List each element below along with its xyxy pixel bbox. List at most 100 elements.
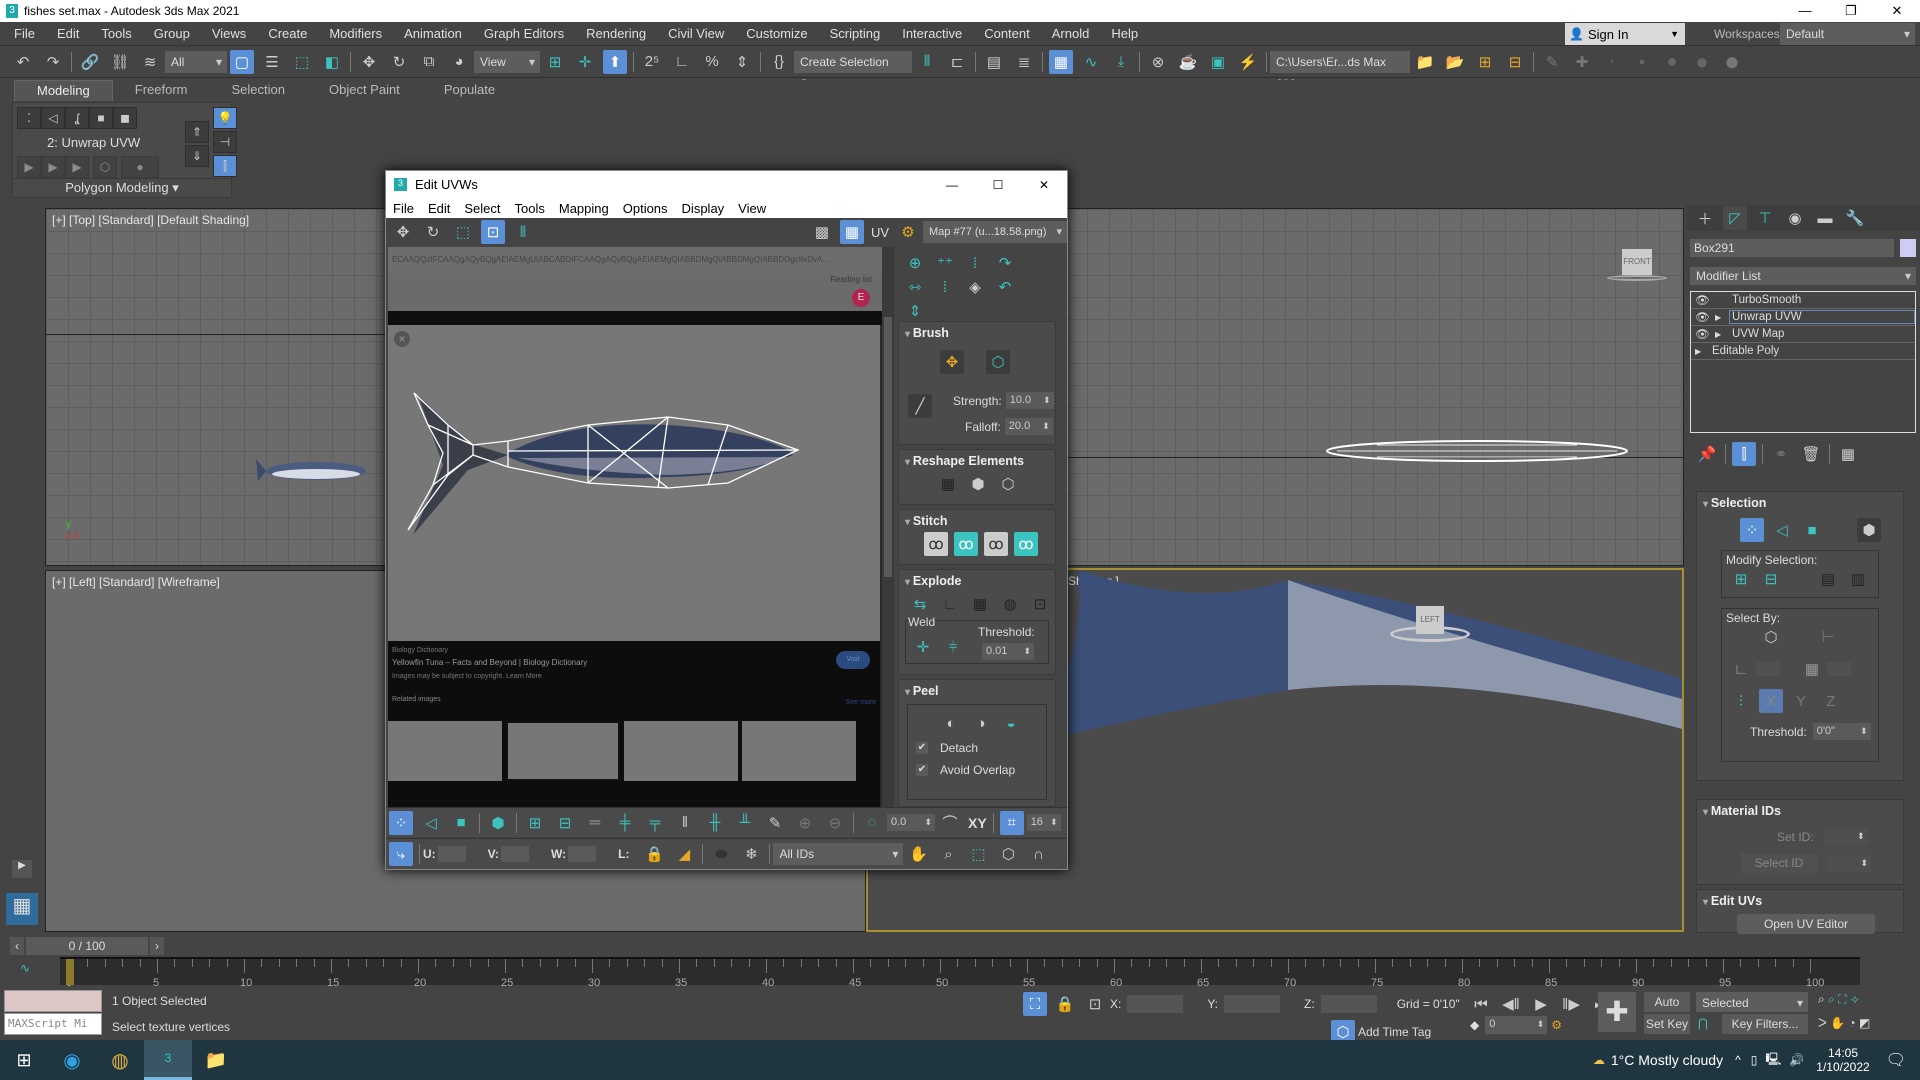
make-unique-icon[interactable]: ⚭: [1769, 442, 1793, 466]
peel-title[interactable]: Peel: [899, 680, 1055, 702]
loop-icon[interactable]: ▤: [1816, 567, 1840, 591]
menu-scripting[interactable]: Scripting: [819, 22, 892, 46]
brush-size-3-icon[interactable]: ●: [1660, 50, 1684, 74]
layer-explorer-icon[interactable]: ≣: [1012, 50, 1036, 74]
show-stack-icon[interactable]: ⫿: [213, 155, 237, 177]
grid-count-spinner[interactable]: 16: [1026, 814, 1061, 831]
expand-arrow-icon[interactable]: ▶: [1695, 347, 1709, 356]
menu-file[interactable]: File: [3, 22, 46, 46]
menu-animation[interactable]: Animation: [393, 22, 473, 46]
set-project-folder-icon[interactable]: 📁: [1413, 50, 1437, 74]
reset-peel-icon[interactable]: ◒: [999, 711, 1023, 735]
open-project-icon[interactable]: 📂: [1443, 50, 1467, 74]
edge-browser-icon[interactable]: ◉: [48, 1048, 96, 1073]
menu-modifiers[interactable]: Modifiers: [318, 22, 393, 46]
volume-icon[interactable]: 🔊: [1789, 1053, 1804, 1067]
orbit-icon[interactable]: ◔: [1848, 1016, 1855, 1030]
viewport-zoom-icon[interactable]: ⌕: [1818, 992, 1825, 1007]
brush-size-5-icon[interactable]: ●: [1720, 46, 1744, 76]
axis-y-icon[interactable]: Y: [1789, 689, 1813, 713]
modifier-stack-item[interactable]: ▶ Editable Poly: [1691, 343, 1915, 360]
bind-spacewarp-icon[interactable]: ≋: [138, 50, 162, 74]
edge-mode-icon[interactable]: ◁: [1770, 518, 1794, 542]
rectangular-selection-icon[interactable]: ⬚: [290, 50, 314, 74]
uv-canvas-scrollbar[interactable]: [882, 247, 894, 807]
toggle-ribbon-icon[interactable]: ▦: [1049, 49, 1073, 74]
eye-icon[interactable]: 👁: [1695, 293, 1711, 307]
uv-loop-shrink-icon[interactable]: ╤: [643, 811, 667, 835]
flatten-custom-icon[interactable]: ⊡: [1028, 592, 1052, 616]
uvw-menu-select[interactable]: Select: [457, 201, 507, 216]
rendered-frame-window-icon[interactable]: ▣: [1206, 50, 1230, 74]
remove-modifier-icon[interactable]: 🗑: [1799, 442, 1823, 466]
current-frame-spinner[interactable]: 0: [1485, 1016, 1548, 1034]
utilities-tab-icon[interactable]: 🔧: [1843, 206, 1867, 230]
maximize-viewport-icon[interactable]: ◩: [1859, 1016, 1870, 1030]
ribbon-tab-freeform[interactable]: Freeform: [113, 80, 210, 100]
material-id-filter-select[interactable]: All IDs: [773, 843, 904, 865]
object-color-swatch[interactable]: [1900, 239, 1916, 257]
edit-named-selection-icon[interactable]: {}: [767, 50, 791, 74]
select-by-element-icon[interactable]: ⬡: [1759, 625, 1783, 649]
x-field[interactable]: [1127, 995, 1184, 1013]
stitch-to-average-icon[interactable]: ꝏ: [984, 532, 1008, 556]
uv-paint-reduce-icon[interactable]: ⊖: [823, 811, 847, 835]
show-hidden-edges-icon[interactable]: ◢: [672, 842, 696, 866]
ribbon-tab-populate[interactable]: Populate: [422, 80, 517, 100]
menu-group[interactable]: Group: [143, 22, 201, 46]
weather-icon[interactable]: ☁: [1593, 1053, 1605, 1067]
uvw-menu-view[interactable]: View: [731, 201, 773, 216]
zoom-extents-icon[interactable]: ⛶: [1838, 992, 1846, 1007]
modifier-list-select[interactable]: Modifier List: [1690, 267, 1916, 285]
lock-selection-icon[interactable]: 🔒: [642, 842, 666, 866]
strength-spinner[interactable]: 10.0: [1005, 392, 1054, 409]
modifier-stack-item[interactable]: 👁 TurboSmooth: [1691, 292, 1915, 309]
uv-vertex-mode-icon[interactable]: ⁘: [389, 810, 413, 835]
ring-icon[interactable]: ▥: [1846, 567, 1870, 591]
show-end-result-icon[interactable]: 💡: [213, 107, 237, 129]
grid-snap-icon[interactable]: ⌗: [999, 810, 1024, 835]
absolute-offset-icon[interactable]: ⤷: [389, 842, 413, 866]
named-selection-select[interactable]: Create Selection Se: [794, 50, 912, 95]
keyboard-shortcut-override-icon[interactable]: ⬆: [603, 49, 627, 74]
relax-brush-icon[interactable]: ⬡: [986, 350, 1010, 374]
object-name-field[interactable]: Box291: [1690, 239, 1894, 257]
next-key-icon[interactable]: ‖▶: [1559, 992, 1583, 1016]
uvw-maximize-button[interactable]: ☐: [975, 178, 1021, 192]
zoom-extents-icon[interactable]: ⬡: [996, 842, 1020, 866]
add-time-tag[interactable]: Add Time Tag: [1358, 1025, 1431, 1039]
brush-settings-icon[interactable]: ✎: [1540, 50, 1564, 74]
uvw-menu-options[interactable]: Options: [616, 201, 675, 216]
undo-icon[interactable]: ↶: [11, 50, 35, 74]
menu-edit[interactable]: Edit: [46, 22, 90, 46]
menu-help[interactable]: Help: [1100, 22, 1149, 46]
uvw-menu-edit[interactable]: Edit: [421, 201, 457, 216]
clock[interactable]: 14:05 1/10/2022: [1816, 1046, 1869, 1074]
menu-civil-view[interactable]: Civil View: [657, 22, 735, 46]
align-icon[interactable]: ⊏: [945, 50, 969, 74]
edit-uvs-title[interactable]: Edit UVs: [1697, 890, 1903, 912]
w-field[interactable]: [568, 846, 597, 862]
ribbon-tab-modeling[interactable]: Modeling: [14, 79, 113, 101]
axis-z-icon[interactable]: Z: [1819, 689, 1843, 713]
window-crossing-icon[interactable]: ◧: [320, 50, 344, 74]
xy-toggle[interactable]: XY: [968, 815, 987, 831]
rotate-minus-icon[interactable]: ↶: [993, 275, 1017, 299]
absolute-mode-icon[interactable]: ⊡: [1083, 992, 1107, 1016]
select-by-name-icon[interactable]: ☰: [260, 50, 284, 74]
checker-pattern-icon[interactable]: ▩: [810, 220, 834, 244]
uv-space-label[interactable]: UV: [871, 225, 889, 240]
stitch-to-source-icon[interactable]: ꝏ: [1014, 532, 1038, 556]
rotation-angle-spinner[interactable]: 0.0: [887, 814, 935, 831]
network-icon[interactable]: 🖳: [1765, 1050, 1781, 1071]
detach-checkbox[interactable]: ✔ Detach: [916, 741, 1038, 755]
by-vertex-icon[interactable]: ▶: [17, 156, 41, 178]
redo-icon[interactable]: ↷: [41, 50, 65, 74]
create-tab-icon[interactable]: ＋: [1693, 206, 1717, 230]
curve-editor-mini-icon[interactable]: ∿: [20, 961, 30, 975]
maxscript-listener[interactable]: [4, 990, 102, 1012]
default-in-out-tangents-icon[interactable]: ⋂: [1698, 1016, 1708, 1030]
chrome-icon[interactable]: ◍: [96, 1048, 144, 1073]
menu-create[interactable]: Create: [257, 22, 318, 46]
v-field[interactable]: [501, 846, 530, 862]
